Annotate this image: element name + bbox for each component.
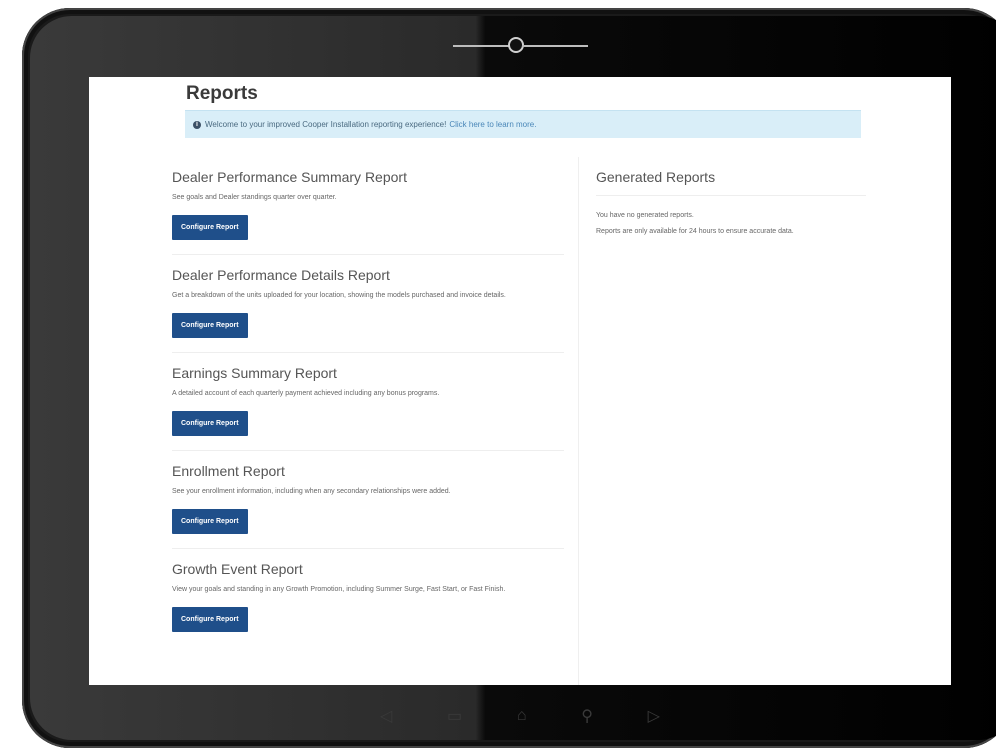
report-card: Earnings Summary Report A detailed accou… [172, 353, 564, 451]
tablet-nav-bar: ◁ ▭ ⌂ ⚲ ▷ [380, 703, 660, 729]
configure-report-button[interactable]: Configure Report [172, 215, 248, 240]
camera-line-right [522, 45, 588, 47]
reports-availability-note: Reports are only available for 24 hours … [596, 228, 794, 235]
report-title: Enrollment Report [172, 463, 285, 479]
report-list: Dealer Performance Summary Report See go… [172, 157, 564, 646]
report-description: See goals and Dealer standings quarter o… [172, 194, 337, 201]
configure-report-button[interactable]: Configure Report [172, 411, 248, 436]
search-icon[interactable]: ⚲ [581, 706, 593, 726]
no-reports-text: You have no generated reports. [596, 212, 694, 219]
configure-report-button[interactable]: Configure Report [172, 509, 248, 534]
learn-more-link[interactable]: Click here to learn more. [449, 120, 536, 129]
report-description: See your enrollment information, includi… [172, 488, 451, 495]
report-title: Dealer Performance Details Report [172, 267, 390, 283]
generated-reports-panel: Generated Reports You have no generated … [578, 157, 869, 685]
alert-text: Welcome to your improved Cooper Installa… [205, 120, 447, 129]
report-card: Dealer Performance Summary Report See go… [172, 157, 564, 255]
report-card: Dealer Performance Details Report Get a … [172, 255, 564, 353]
back-icon[interactable]: ◁ [380, 706, 392, 726]
info-icon: i [193, 120, 201, 129]
report-title: Earnings Summary Report [172, 365, 337, 381]
recent-apps-icon[interactable]: ▭ [447, 706, 462, 726]
configure-report-button[interactable]: Configure Report [172, 313, 248, 338]
report-title: Growth Event Report [172, 561, 303, 577]
report-card: Enrollment Report See your enrollment in… [172, 451, 564, 549]
report-description: View your goals and standing in any Grow… [172, 586, 506, 593]
page-title: Reports [186, 83, 258, 104]
generated-reports-title: Generated Reports [596, 169, 866, 196]
report-title: Dealer Performance Summary Report [172, 169, 407, 185]
report-card: Growth Event Report View your goals and … [172, 549, 564, 646]
report-description: A detailed account of each quarterly pay… [172, 390, 440, 397]
welcome-alert: i Welcome to your improved Cooper Instal… [185, 110, 861, 138]
tablet-screen: Reports i Welcome to your improved Coope… [89, 77, 951, 685]
home-icon[interactable]: ⌂ [517, 707, 527, 725]
configure-report-button[interactable]: Configure Report [172, 607, 248, 632]
report-description: Get a breakdown of the units uploaded fo… [172, 292, 506, 299]
camera-line-left [453, 45, 509, 47]
forward-icon[interactable]: ▷ [648, 706, 660, 726]
